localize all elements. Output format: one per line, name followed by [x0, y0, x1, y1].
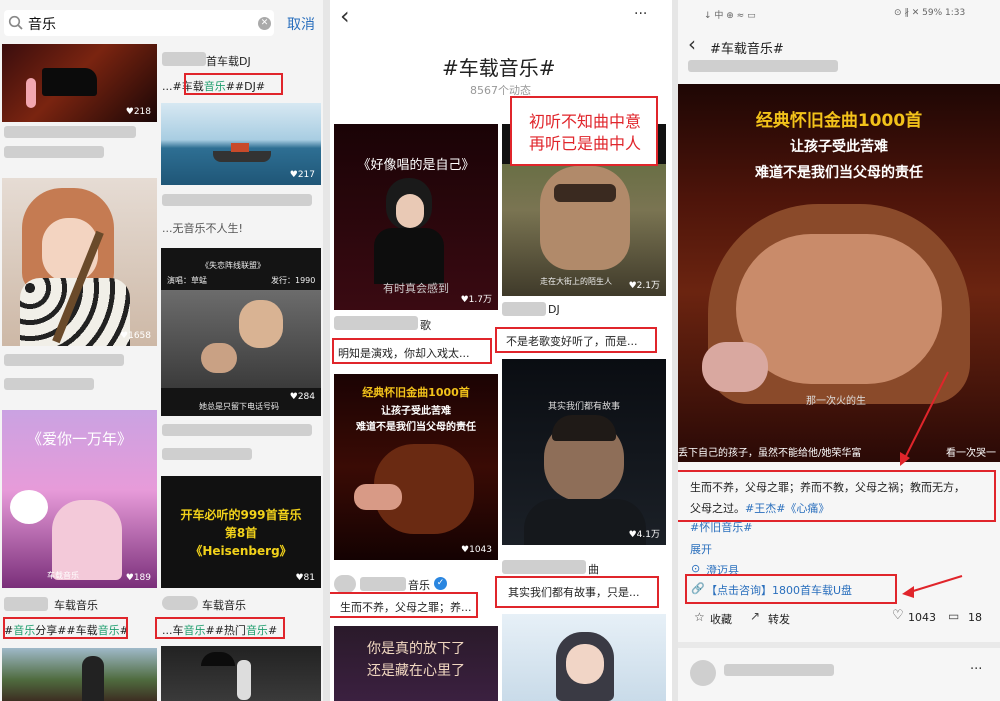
like-count: 1043 [908, 611, 936, 624]
result-tile-umbrella[interactable] [161, 646, 321, 701]
back-button[interactable]: ‹ [340, 2, 350, 30]
highlight-box [330, 592, 478, 618]
highlight-box [678, 470, 996, 522]
video-title: 《爱你一万年》 [26, 430, 132, 448]
author-name: 歌 [420, 319, 431, 332]
expand-button[interactable]: 展开 [690, 541, 712, 557]
author-name: 音乐 [408, 579, 430, 592]
search-results-panel: 音乐 ✕ 取消 218 1658 《爱你一万年》 车载音乐 189 车载音乐 #… [0, 0, 323, 701]
page-title: #车载音乐# [710, 42, 784, 57]
more-button[interactable]: ··· [970, 662, 982, 677]
divider [678, 642, 1000, 648]
result-tile-lost-love[interactable]: 《失恋阵线联盟》 演唱：草蜢 发行：1990 她总是只留下电话号码 284 [161, 248, 321, 416]
clear-icon[interactable]: ✕ [258, 17, 271, 30]
like-count: 1658 [120, 331, 151, 341]
status-bar-left: ↓ 中 ⊕ ≈ ▭ [704, 11, 756, 21]
like-count: 217 [290, 170, 315, 180]
comment-icon[interactable]: ▭ [948, 609, 959, 623]
like-count: 189 [126, 573, 151, 583]
highlight-box [495, 327, 657, 353]
result-tile-outdoor[interactable] [2, 648, 157, 701]
forward-button[interactable]: 转发 [768, 611, 790, 627]
forward-icon[interactable]: ↗ [750, 609, 760, 623]
comment-count: 18 [968, 611, 982, 624]
video-tile-6[interactable] [502, 614, 666, 701]
like-icon[interactable]: ♡ [892, 608, 904, 623]
highlight-box [685, 574, 897, 604]
author-name: 车载音乐 [54, 599, 98, 612]
status-bar-right: ⊙ ∦ ✕ 59% 1:33 [894, 8, 966, 18]
result-tile-piano[interactable]: 218 [2, 44, 157, 122]
like-count: 1043 [461, 545, 492, 555]
author-name: 首车载DJ [206, 55, 251, 68]
collect-button[interactable]: 收藏 [710, 611, 732, 627]
post-detail-panel: ↓ 中 ⊕ ≈ ▭ ⊙ ∦ ✕ 59% 1:33 ‹ #车载音乐# 经典怀旧金曲… [678, 0, 1000, 701]
like-count: 2.1万 [629, 278, 660, 291]
highlight-box [3, 617, 128, 639]
search-query: 音乐 [28, 17, 56, 33]
topic-page-panel: ‹ ··· #车载音乐# 8567个动态 《好像唱的是自己》 有时真会感到 1.… [330, 0, 672, 701]
highlight-box [332, 338, 492, 364]
result-tile-boat[interactable]: 217 [161, 103, 321, 185]
like-count: 81 [295, 573, 315, 583]
search-icon [8, 15, 23, 30]
highlight-box [155, 617, 285, 639]
result-tile-girl-guitar[interactable]: 1658 [2, 178, 157, 346]
collect-icon[interactable]: ☆ [694, 610, 705, 624]
like-count: 218 [126, 107, 151, 117]
result-caption: ...无音乐不人生! [162, 222, 243, 235]
arrow-annotation [900, 371, 949, 466]
author-name: 曲 [588, 563, 599, 576]
result-tile-heisenberg[interactable]: 开车必听的999首音乐 第8首 《Heisenberg》 81 [161, 476, 321, 588]
topic-tag[interactable]: #怀旧音乐# [690, 519, 752, 535]
result-tile-concert[interactable]: 《爱你一万年》 车载音乐 189 [2, 410, 157, 588]
like-count: 284 [290, 392, 315, 402]
video-tile-5[interactable]: 你是真的放下了 还是藏在心里了 [334, 626, 498, 701]
back-button[interactable]: ‹ [688, 32, 696, 56]
more-button[interactable]: ··· [634, 6, 647, 22]
highlight-box [495, 576, 659, 608]
video-tile-4[interactable]: 其实我们都有故事 4.1万 [502, 359, 666, 545]
like-count: 1.7万 [461, 292, 492, 305]
highlight-box [510, 96, 658, 166]
like-count: 4.1万 [629, 527, 660, 540]
cancel-button[interactable]: 取消 [287, 14, 315, 34]
highlight-box [184, 73, 283, 95]
verified-icon: ✓ [434, 577, 447, 590]
author-name: DJ [548, 303, 560, 316]
video-tile-1[interactable]: 《好像唱的是自己》 有时真会感到 1.7万 [334, 124, 498, 310]
arrow-annotation [902, 575, 963, 598]
topic-title: #车载音乐# [442, 56, 556, 80]
author-name: 车载音乐 [202, 599, 246, 612]
video-tile-3[interactable]: 经典怀旧金曲1000首 让孩子受此苦难 难道不是我们当父母的责任 1043 [334, 374, 498, 560]
